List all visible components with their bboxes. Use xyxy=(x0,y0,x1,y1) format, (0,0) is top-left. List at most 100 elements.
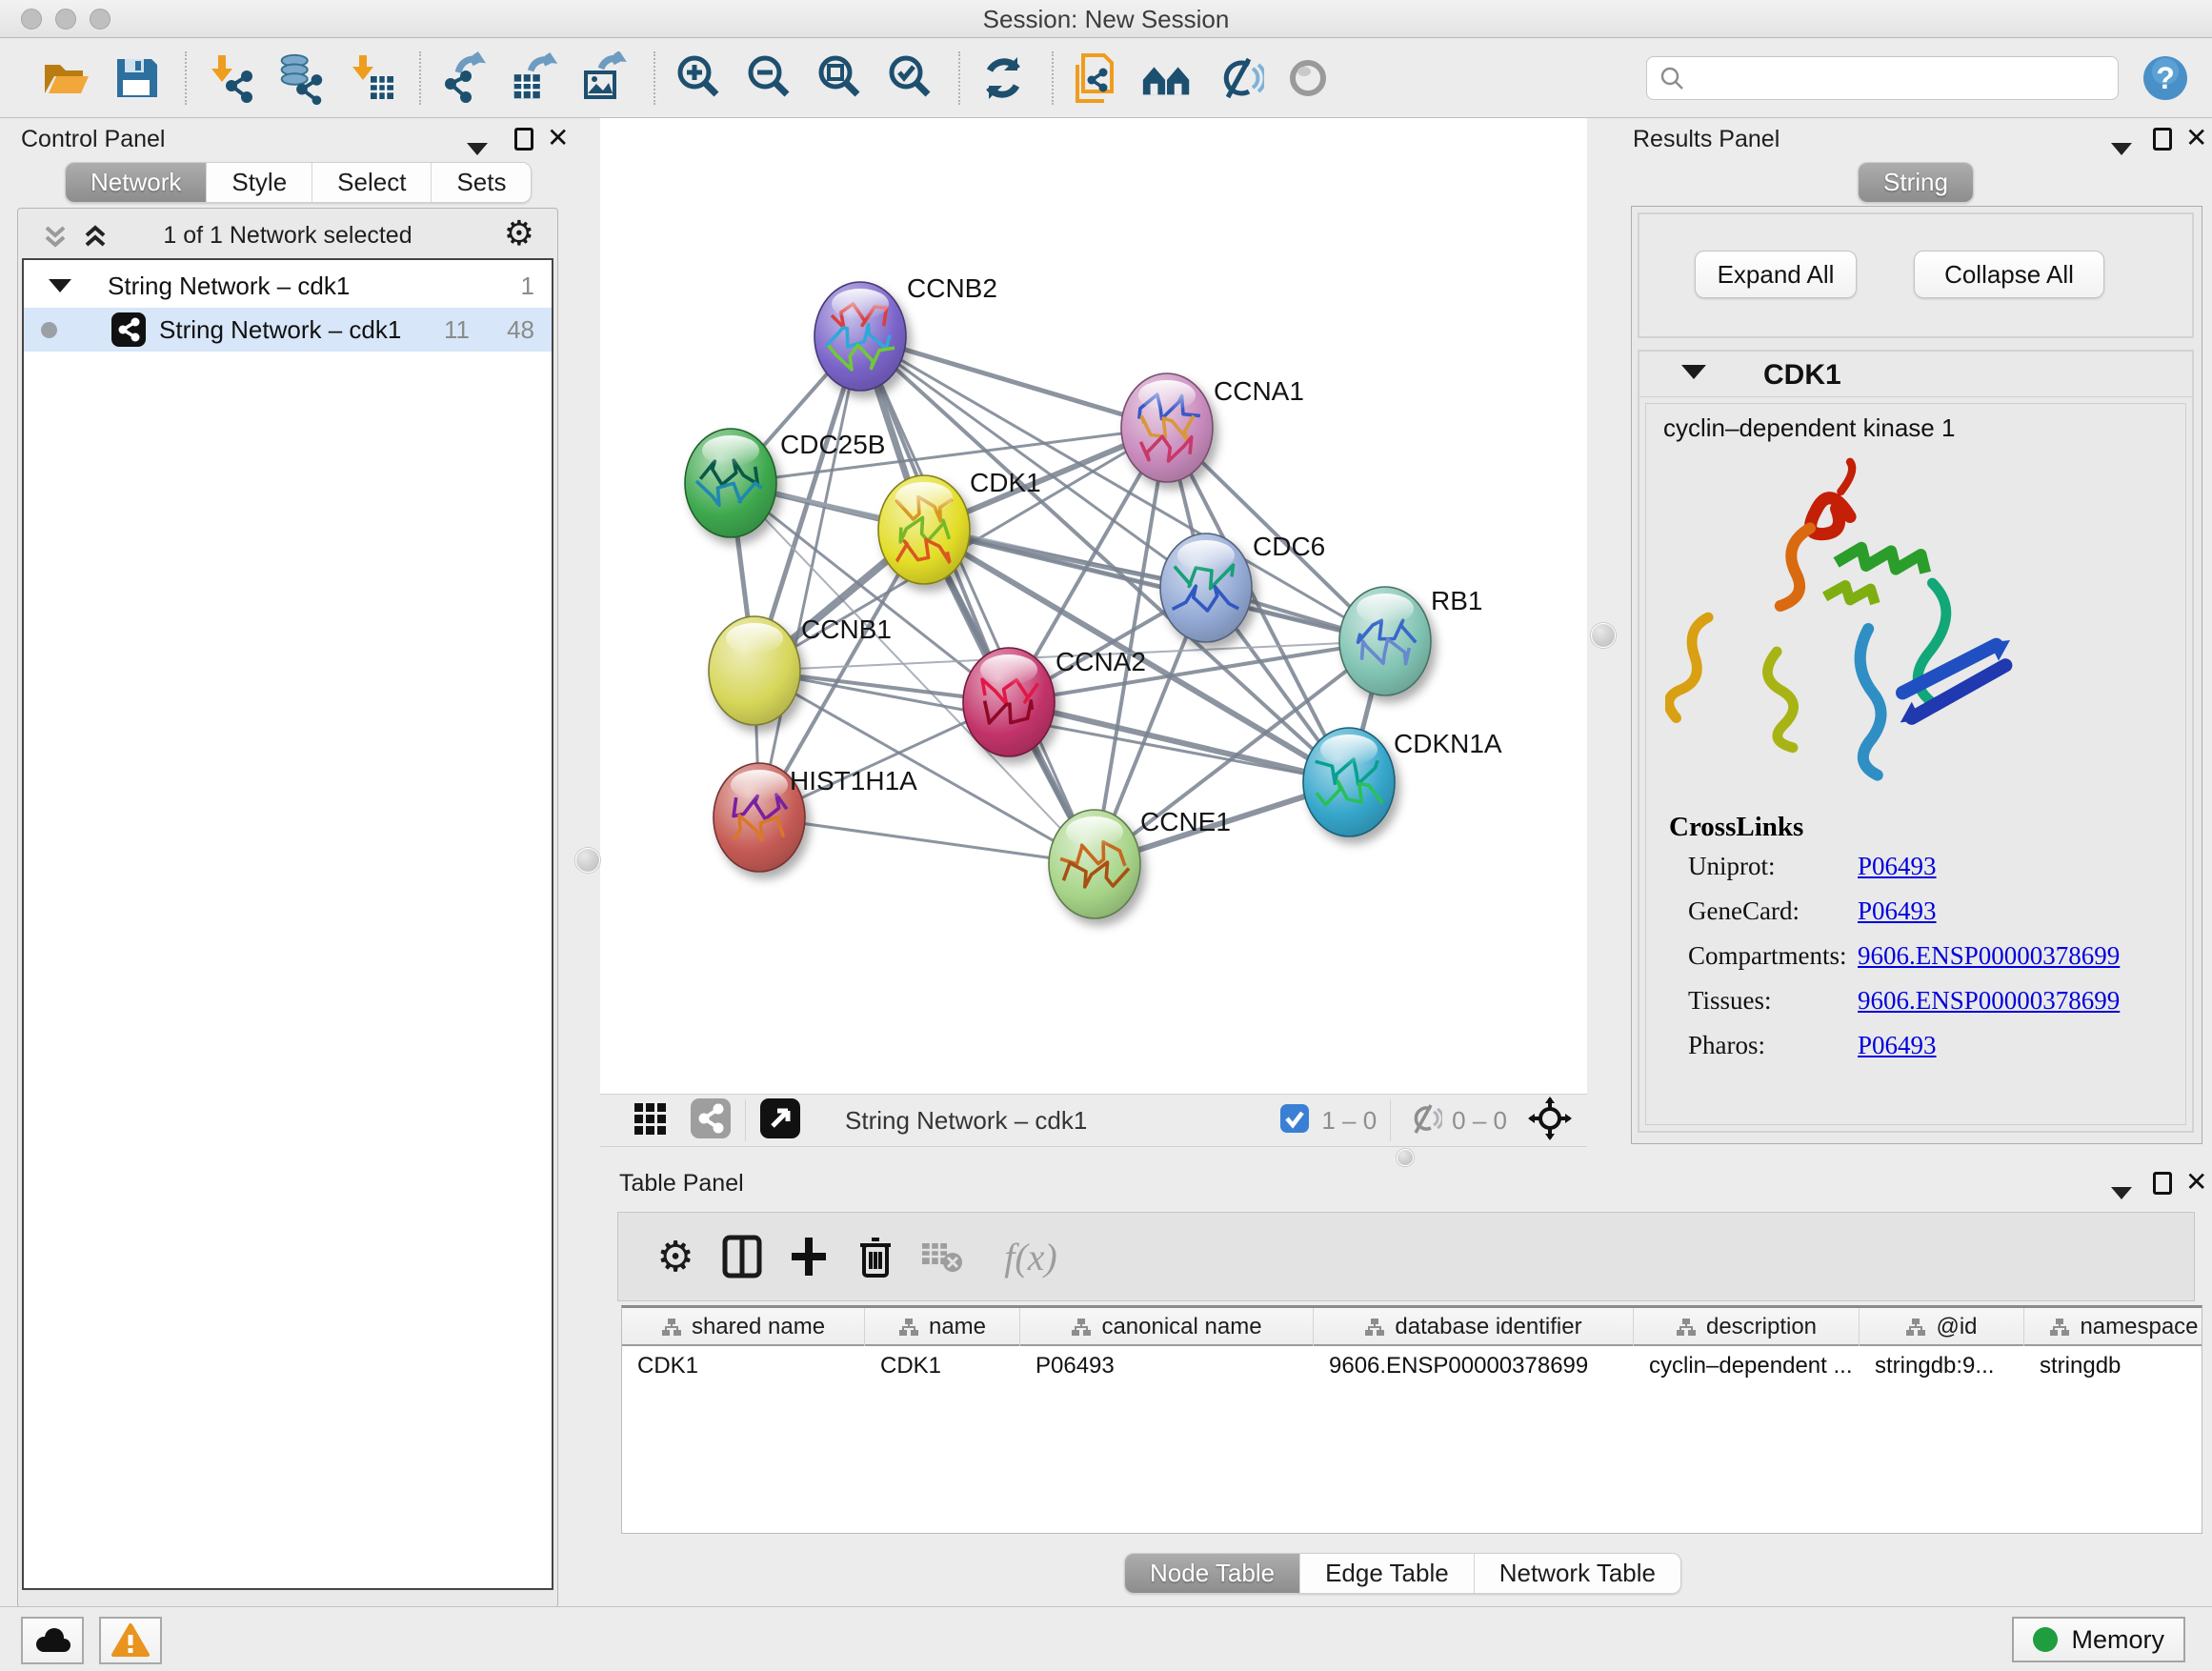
panel-float-icon[interactable] xyxy=(514,128,533,157)
tab-string[interactable]: String xyxy=(1859,163,1973,202)
network-graph[interactable]: CCNB2CCNA1CDC25BCDK1CDC6RB1CCNB1CCNA2CDK… xyxy=(600,118,1587,1094)
column-header-id[interactable]: @id xyxy=(1860,1308,2024,1346)
table-options-gear-icon[interactable]: ⚙ xyxy=(645,1226,706,1287)
zoom-fit-icon[interactable] xyxy=(812,50,867,107)
network-options-gear-icon[interactable]: ⚙ xyxy=(504,216,534,251)
network-style-icon[interactable] xyxy=(690,1097,732,1144)
table-cell[interactable]: 9606.ENSP00000378699 xyxy=(1314,1348,1634,1386)
table-row[interactable]: CDK1CDK1P064939606.ENSP00000378699cyclin… xyxy=(622,1348,2202,1386)
zoom-selected-icon[interactable] xyxy=(882,50,937,107)
delete-column-icon[interactable] xyxy=(845,1226,906,1287)
network-node-ccna1[interactable]: CCNA1 xyxy=(1121,373,1304,482)
panel-float-icon[interactable] xyxy=(2153,1172,2172,1201)
tab-network-table[interactable]: Network Table xyxy=(1475,1554,1680,1593)
tree-expander-icon[interactable] xyxy=(49,279,71,292)
network-edge[interactable] xyxy=(759,336,860,817)
memory-label: Memory xyxy=(2071,1625,2164,1655)
zoom-in-icon[interactable] xyxy=(671,50,726,107)
column-header-namespace[interactable]: namespace xyxy=(2024,1308,2202,1346)
tab-edge-table[interactable]: Edge Table xyxy=(1300,1554,1475,1593)
birds-eye-view-icon[interactable] xyxy=(633,1099,671,1142)
column-header-canonical-name[interactable]: canonical name xyxy=(1020,1308,1314,1346)
collection-count: 1 xyxy=(521,272,534,301)
panel-float-icon[interactable] xyxy=(2153,128,2172,157)
node-label: CCNB2 xyxy=(907,273,997,303)
network-node-cdc6[interactable]: CDC6 xyxy=(1160,532,1325,642)
expand-all-button[interactable]: Expand All xyxy=(1695,251,1857,298)
warnings-button[interactable] xyxy=(99,1617,162,1664)
panel-menu-icon[interactable] xyxy=(467,135,488,162)
table-cell[interactable]: cyclin–dependent ... xyxy=(1634,1348,1860,1386)
network-node-hist1h1a[interactable]: HIST1H1A xyxy=(714,763,917,872)
panel-close-icon[interactable]: ✕ xyxy=(547,122,569,153)
table-cell[interactable]: stringdb:9... xyxy=(1860,1348,2024,1386)
zoom-out-icon[interactable] xyxy=(741,50,796,107)
show-glass-effect-icon[interactable] xyxy=(1280,50,1336,107)
tab-node-table[interactable]: Node Table xyxy=(1125,1554,1300,1593)
network-node-ccnb2[interactable]: CCNB2 xyxy=(814,273,997,391)
open-session-icon[interactable] xyxy=(38,50,93,107)
crosslink-value-link[interactable]: P06493 xyxy=(1858,852,1937,880)
panel-close-icon[interactable]: ✕ xyxy=(2185,1166,2207,1198)
column-header-database-identifier[interactable]: database identifier xyxy=(1314,1308,1634,1346)
panel-menu-icon[interactable] xyxy=(2111,135,2132,162)
export-image-icon[interactable] xyxy=(577,50,633,107)
table-cell[interactable]: P06493 xyxy=(1020,1348,1314,1386)
add-column-icon[interactable] xyxy=(778,1226,839,1287)
crosslink-value-link[interactable]: 9606.ENSP00000378699 xyxy=(1858,986,2120,1015)
string-home-icon[interactable] xyxy=(1139,50,1195,107)
network-node-cdk1[interactable]: CDK1 xyxy=(878,468,1041,584)
left-splitter-handle[interactable] xyxy=(575,848,600,873)
import-table-file-icon[interactable] xyxy=(343,50,398,107)
memory-button[interactable]: Memory xyxy=(2012,1617,2185,1662)
right-splitter-handle[interactable] xyxy=(1591,623,1616,648)
column-header-description[interactable]: description xyxy=(1634,1308,1860,1346)
table-toolbar: ⚙ f(x) xyxy=(617,1212,2195,1301)
save-session-icon[interactable] xyxy=(109,50,164,107)
cdk1-section-header[interactable]: CDK1 xyxy=(1639,352,2192,397)
tab-network[interactable]: Network xyxy=(66,163,207,202)
network-node-cdkn1a[interactable]: CDKN1A xyxy=(1303,728,1502,836)
crosslink-value-link[interactable]: P06493 xyxy=(1858,896,1937,925)
table-cell[interactable]: CDK1 xyxy=(865,1348,1020,1386)
pan-crosshair-icon[interactable] xyxy=(1528,1097,1572,1145)
network-label: String Network – cdk1 xyxy=(159,315,401,345)
export-network-icon[interactable] xyxy=(436,50,492,107)
network-node-ccne1[interactable]: CCNE1 xyxy=(1049,807,1231,918)
network-edge[interactable] xyxy=(759,817,1095,864)
tab-sets[interactable]: Sets xyxy=(432,163,531,202)
crosslink-value-link[interactable]: 9606.ENSP00000378699 xyxy=(1858,941,2120,970)
network-canvas[interactable]: CCNB2CCNA1CDC25BCDK1CDC6RB1CCNB1CCNA2CDK… xyxy=(600,118,1587,1094)
table-panel-title: Table Panel xyxy=(619,1170,744,1198)
network-edge[interactable] xyxy=(860,336,1167,428)
tab-select[interactable]: Select xyxy=(312,163,432,202)
table-cell[interactable]: CDK1 xyxy=(622,1348,865,1386)
column-header-shared-name[interactable]: shared name xyxy=(622,1308,865,1346)
cloud-tasks-button[interactable] xyxy=(21,1617,84,1664)
selected-checkbox-icon[interactable] xyxy=(1279,1103,1310,1138)
network-node-rb1[interactable]: RB1 xyxy=(1339,586,1482,695)
table-cell[interactable]: stringdb xyxy=(2024,1348,2202,1386)
panel-menu-icon[interactable] xyxy=(2111,1179,2132,1206)
fullscreen-view-icon[interactable] xyxy=(759,1097,801,1144)
tab-style[interactable]: Style xyxy=(207,163,312,202)
import-network-file-icon[interactable] xyxy=(202,50,257,107)
clone-network-icon[interactable] xyxy=(1069,50,1124,107)
crosslink-value-link[interactable]: P06493 xyxy=(1858,1031,1937,1059)
results-buttons-box: Expand All Collapse All xyxy=(1638,212,2194,338)
panel-close-icon[interactable]: ✕ xyxy=(2185,122,2207,153)
search-input[interactable] xyxy=(1695,65,2106,91)
export-table-icon[interactable] xyxy=(507,50,562,107)
network-node-count: 11 xyxy=(444,315,470,345)
collapse-all-button[interactable]: Collapse All xyxy=(1914,251,2104,298)
import-network-database-icon[interactable] xyxy=(272,50,328,107)
help-icon[interactable]: ? xyxy=(2142,54,2189,102)
show-columns-icon[interactable] xyxy=(712,1226,773,1287)
network-row-selected[interactable]: String Network – cdk1 11 48 xyxy=(24,308,552,352)
hide-glass-effect-icon[interactable] xyxy=(1210,50,1265,107)
apply-layout-icon[interactable] xyxy=(975,50,1031,107)
column-header-name[interactable]: name xyxy=(865,1308,1020,1346)
network-collection-row[interactable]: String Network – cdk1 1 xyxy=(24,264,552,308)
network-node-cdc25b[interactable]: CDC25B xyxy=(685,429,885,537)
section-expander-icon[interactable] xyxy=(1681,365,1706,379)
